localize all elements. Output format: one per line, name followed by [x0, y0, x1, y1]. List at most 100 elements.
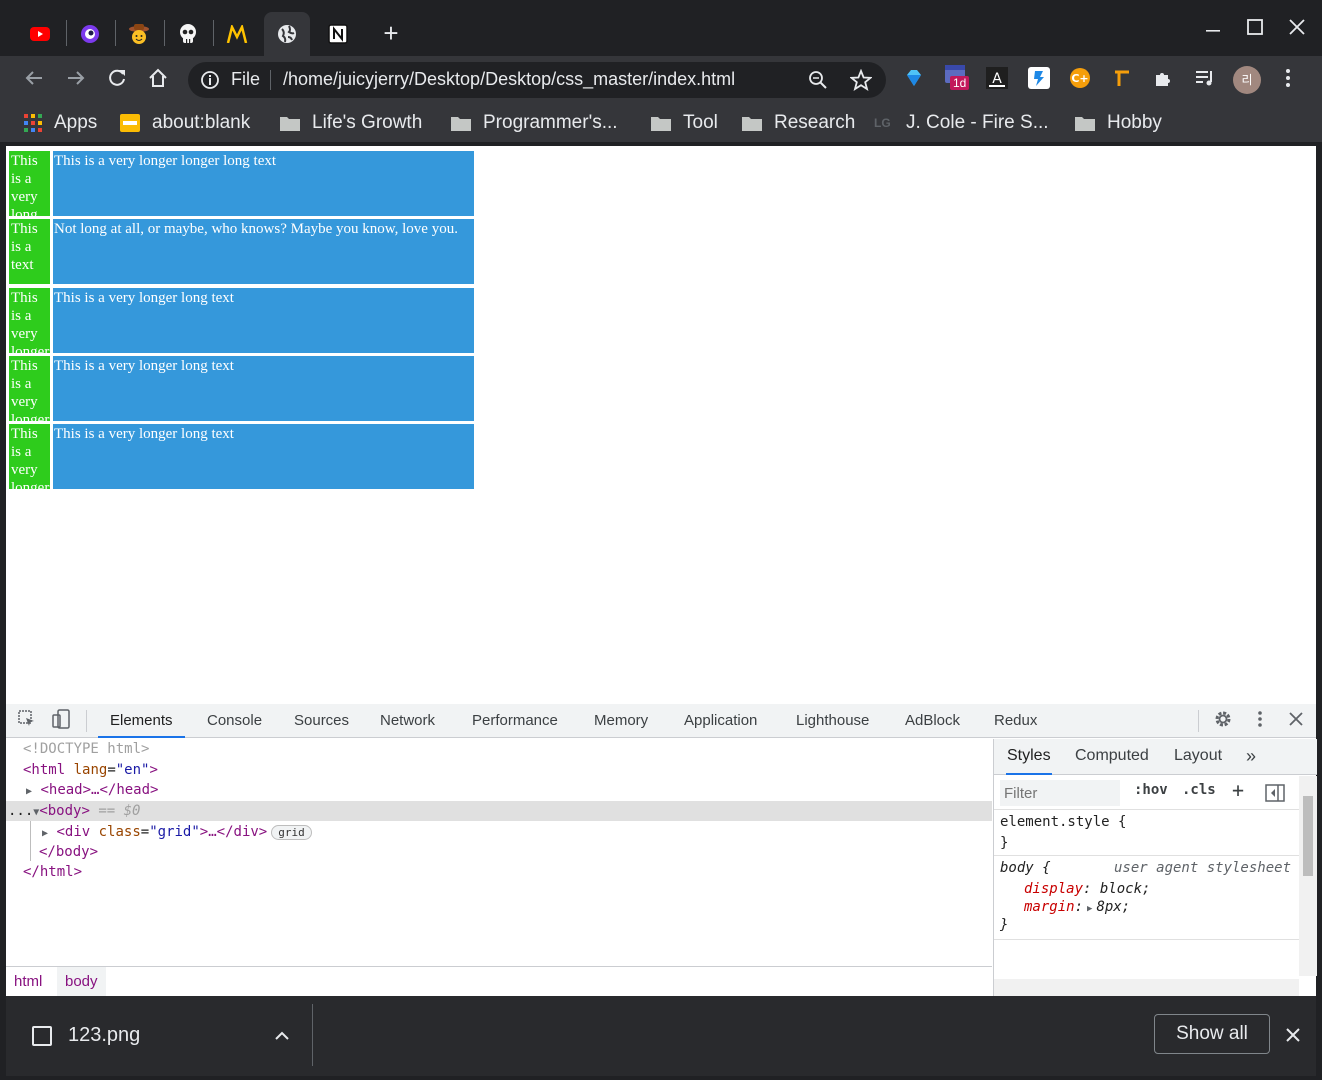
- profile-avatar[interactable]: 리: [1233, 66, 1261, 94]
- mcdonalds-icon: [226, 25, 248, 43]
- address-bar[interactable]: File /home/juicyjerry/Desktop/Desktop/cs…: [188, 62, 886, 98]
- tab-application[interactable]: Application: [684, 704, 757, 738]
- inspect-element-button[interactable]: [16, 709, 38, 732]
- declaration-margin[interactable]: margin: ▶ 8px;: [1024, 898, 1130, 918]
- toggle-sidebar-icon[interactable]: [1265, 784, 1285, 807]
- bookmark-about-blank[interactable]: about:blank: [120, 110, 250, 136]
- media-control-button[interactable]: [1193, 68, 1217, 92]
- grid-badge[interactable]: grid: [271, 824, 312, 840]
- styles-horizontal-scrollbar[interactable]: [994, 979, 1299, 996]
- url-text[interactable]: /home/juicyjerry/Desktop/Desktop/css_mas…: [283, 69, 735, 90]
- tab-skull[interactable]: [165, 12, 211, 56]
- zoom-icon[interactable]: [808, 70, 828, 95]
- minimize-button[interactable]: [1198, 16, 1228, 42]
- extension-cplus[interactable]: C+: [1068, 67, 1092, 92]
- dom-node-doctype[interactable]: <!DOCTYPE html>: [6, 739, 992, 759]
- tab-elements[interactable]: Elements: [98, 704, 185, 738]
- tab-network[interactable]: Network: [380, 704, 435, 738]
- grid-row: This is a very longer This is a very lon…: [9, 288, 474, 353]
- bookmark-folder-tool[interactable]: Tool: [651, 110, 718, 136]
- back-button[interactable]: [20, 66, 48, 94]
- bookmark-apps[interactable]: Apps: [24, 110, 97, 136]
- info-icon[interactable]: [200, 70, 220, 95]
- tab-lighthouse[interactable]: Lighthouse: [796, 704, 869, 738]
- dom-node-body-selected[interactable]: ...▼<body> == $0: [6, 801, 992, 821]
- tab-cowboy[interactable]: [116, 12, 162, 56]
- attr-value: "en": [115, 762, 150, 778]
- new-style-rule-button[interactable]: +: [1232, 778, 1244, 802]
- tab-redux[interactable]: Redux: [994, 704, 1037, 738]
- more-tabs-button[interactable]: »: [1246, 739, 1256, 775]
- tab-index-html[interactable]: [264, 12, 310, 56]
- show-all-button[interactable]: Show all: [1154, 1014, 1270, 1054]
- extension-calendar[interactable]: 1d: [944, 65, 970, 92]
- property-name: display: [1024, 881, 1084, 897]
- tab-layout[interactable]: Layout: [1174, 739, 1222, 775]
- rule-body[interactable]: body {: [1000, 859, 1051, 877]
- svg-text:C+: C+: [1071, 72, 1088, 85]
- close-download-bar-icon[interactable]: [1286, 1028, 1300, 1047]
- extension-diamond[interactable]: [902, 68, 926, 92]
- rule-element-style[interactable]: element.style {: [1000, 813, 1126, 831]
- browser-menu-button[interactable]: [1276, 68, 1300, 92]
- maximize-button[interactable]: [1240, 16, 1270, 42]
- declaration-display[interactable]: display: block;: [1024, 880, 1150, 898]
- reload-button[interactable]: [103, 66, 131, 94]
- styles-sidebar: Styles Computed Layout » :hov .cls + ele…: [993, 739, 1317, 996]
- breadcrumb-html[interactable]: html: [6, 967, 50, 996]
- dom-node-html-close[interactable]: </html>: [6, 862, 992, 882]
- scrollbar-thumb[interactable]: [1303, 796, 1313, 876]
- styles-scrollbar[interactable]: [1299, 776, 1317, 976]
- dom-node-div-grid[interactable]: ▶ <div class="grid">…</div> grid: [6, 822, 992, 842]
- tab-circle-app[interactable]: [67, 12, 113, 56]
- new-tab-button[interactable]: +: [378, 20, 404, 46]
- tab-console[interactable]: Console: [207, 704, 262, 738]
- devtools-close-button[interactable]: [1285, 710, 1307, 732]
- extension-papago[interactable]: [1027, 66, 1051, 92]
- tab-notion[interactable]: [315, 12, 361, 56]
- hover-state-toggle[interactable]: :hov: [1134, 782, 1168, 798]
- node-actions-ellipsis[interactable]: ...: [8, 803, 33, 819]
- dom-node-body-close[interactable]: </body>: [6, 842, 992, 862]
- tab-computed[interactable]: Computed: [1075, 739, 1149, 775]
- chevron-up-icon[interactable]: [274, 1028, 290, 1046]
- dom-node-html[interactable]: <html lang="en">: [6, 760, 992, 780]
- bookmark-j-cole[interactable]: LG J. Cole - Fire S...: [874, 110, 1049, 136]
- puzzle-icon: [1153, 68, 1173, 93]
- class-toggle[interactable]: .cls: [1182, 782, 1216, 798]
- folder-icon: [651, 115, 671, 131]
- rule-close-brace: }: [1000, 834, 1008, 852]
- div-tag: <div: [56, 824, 91, 840]
- expand-triangle-icon[interactable]: ▶: [42, 828, 48, 839]
- sidebar-tabbar: Styles Computed Layout »: [994, 739, 1317, 775]
- expand-triangle-icon[interactable]: ▶: [26, 786, 32, 797]
- breadcrumb-body[interactable]: body: [57, 967, 106, 996]
- home-button[interactable]: [144, 66, 172, 94]
- dom-node-head[interactable]: ▶ <head>…</head>: [6, 780, 992, 800]
- bookmark-folder-hobby[interactable]: Hobby: [1075, 110, 1162, 136]
- download-filename[interactable]: 123.png: [68, 1024, 140, 1047]
- extension-tool[interactable]: [1110, 68, 1134, 92]
- tab-adblock[interactable]: AdBlock: [905, 704, 960, 738]
- tab-mcdonalds[interactable]: [214, 12, 260, 56]
- tab-styles[interactable]: Styles: [1006, 739, 1052, 775]
- devtools-menu-button[interactable]: [1249, 710, 1271, 732]
- extension-a[interactable]: A: [985, 66, 1009, 92]
- tab-performance[interactable]: Performance: [472, 704, 558, 738]
- forward-button[interactable]: [62, 66, 90, 94]
- tab-memory[interactable]: Memory: [594, 704, 648, 738]
- folder-icon: [280, 115, 300, 131]
- expand-triangle-icon[interactable]: ▶: [1083, 904, 1096, 914]
- styles-filter-input[interactable]: [1000, 780, 1120, 806]
- device-toolbar-button[interactable]: [50, 708, 72, 732]
- extensions-button[interactable]: [1151, 68, 1175, 92]
- bookmark-folder-research[interactable]: Research: [742, 110, 855, 136]
- close-window-button[interactable]: [1282, 16, 1312, 42]
- tab-sources[interactable]: Sources: [294, 704, 349, 738]
- tab-youtube[interactable]: [17, 12, 63, 56]
- bookmark-star-icon[interactable]: [849, 68, 873, 96]
- bookmark-label: Tool: [683, 112, 718, 133]
- bookmark-folder-lifes-growth[interactable]: Life's Growth: [280, 110, 422, 136]
- bookmark-folder-programmers[interactable]: Programmer's...: [451, 110, 618, 136]
- devtools-settings-button[interactable]: [1212, 710, 1234, 732]
